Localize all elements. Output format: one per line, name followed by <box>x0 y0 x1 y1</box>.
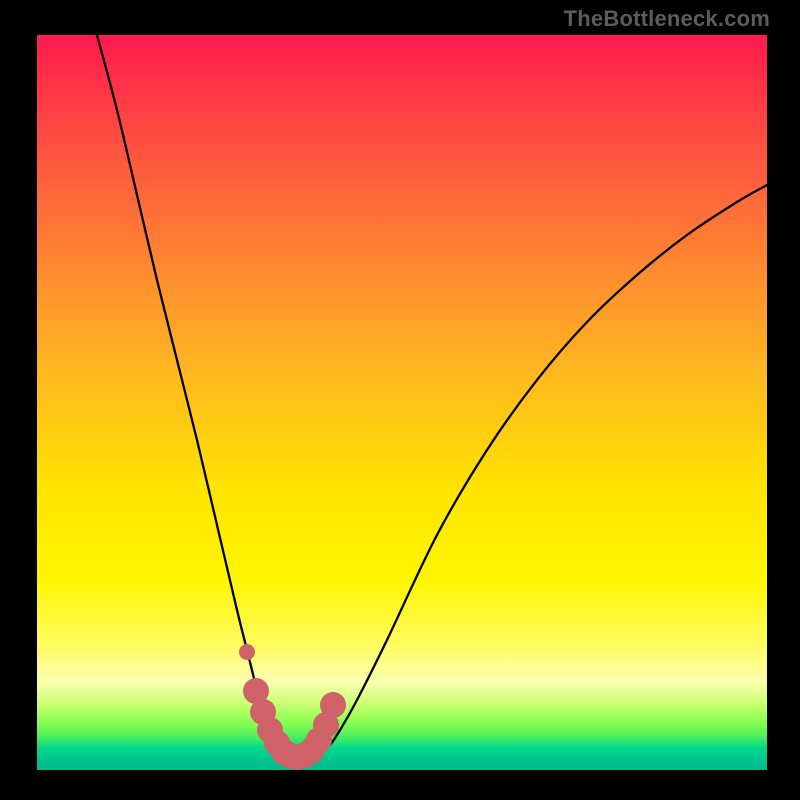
watermark-text: TheBottleneck.com <box>564 6 770 32</box>
marker-dot <box>239 644 255 660</box>
plot-area <box>37 35 767 770</box>
chart-svg <box>37 35 767 770</box>
bottleneck-curve <box>97 35 767 758</box>
marker-band-point <box>320 692 346 718</box>
chart-frame: TheBottleneck.com <box>0 0 800 800</box>
curve-markers <box>239 644 346 770</box>
